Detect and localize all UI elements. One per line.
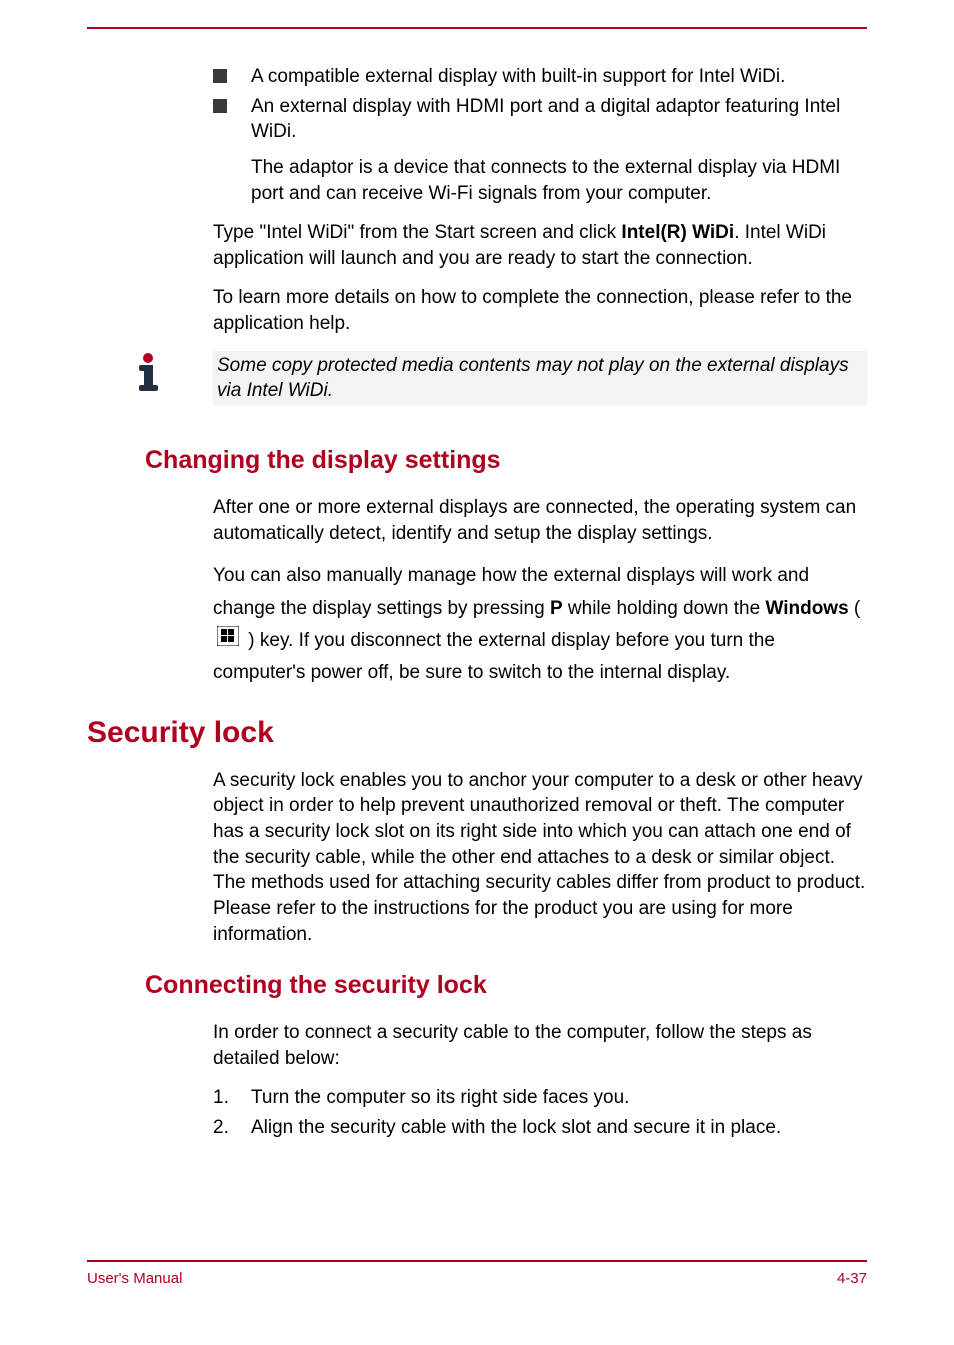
footer-left: User's Manual xyxy=(87,1270,182,1287)
paragraph: You can also manually manage how the ext… xyxy=(213,560,867,689)
list-item: 2. Align the security cable with the loc… xyxy=(213,1115,867,1141)
sub-paragraph: The adaptor is a device that connects to… xyxy=(251,155,867,206)
paragraph: In order to connect a security cable to … xyxy=(213,1020,867,1071)
heading-security-lock: Security lock xyxy=(87,716,867,750)
list-text: Align the security cable with the lock s… xyxy=(251,1115,781,1141)
bold-text: P xyxy=(550,598,563,619)
footer-rule xyxy=(87,1260,867,1262)
text-span: ) key. If you disconnect the external di… xyxy=(213,630,775,683)
square-bullet-icon xyxy=(213,99,227,113)
list-number: 2. xyxy=(213,1115,251,1141)
list-text: Turn the computer so its right side face… xyxy=(251,1085,629,1111)
note-block: Some copy protected media contents may n… xyxy=(87,351,867,406)
square-bullet-icon xyxy=(213,69,227,83)
text-span: Type "Intel WiDi" from the Start screen … xyxy=(213,222,621,243)
heading-connecting-lock: Connecting the security lock xyxy=(145,971,867,1000)
paragraph: To learn more details on how to complete… xyxy=(213,285,867,336)
text-span: ( xyxy=(849,598,861,619)
ordered-list: 1. Turn the computer so its right side f… xyxy=(213,1085,867,1140)
text-span: while holding down the xyxy=(563,598,766,619)
list-number: 1. xyxy=(213,1085,251,1111)
bullet-text: A compatible external display with built… xyxy=(251,64,785,90)
heading-changing-display: Changing the display settings xyxy=(145,446,867,475)
note-icon-wrap xyxy=(87,351,213,393)
info-icon xyxy=(129,351,167,393)
footer-page-number: 4-37 xyxy=(837,1270,867,1287)
footer: User's Manual 4-37 xyxy=(87,1260,867,1287)
paragraph: After one or more external displays are … xyxy=(213,495,867,546)
note-text: Some copy protected media contents may n… xyxy=(213,351,867,406)
bullet-list: A compatible external display with built… xyxy=(213,64,867,145)
bullet-item: A compatible external display with built… xyxy=(213,64,867,90)
paragraph: Type "Intel WiDi" from the Start screen … xyxy=(213,220,867,271)
list-item: 1. Turn the computer so its right side f… xyxy=(213,1085,867,1111)
bold-text: Intel(R) WiDi xyxy=(621,222,734,243)
bullet-item: An external display with HDMI port and a… xyxy=(213,94,867,145)
bold-text: Windows xyxy=(765,598,848,619)
paragraph: A security lock enables you to anchor yo… xyxy=(213,768,867,947)
windows-key-icon xyxy=(217,625,239,657)
bullet-text: An external display with HDMI port and a… xyxy=(251,94,867,145)
header-rule xyxy=(87,27,867,29)
